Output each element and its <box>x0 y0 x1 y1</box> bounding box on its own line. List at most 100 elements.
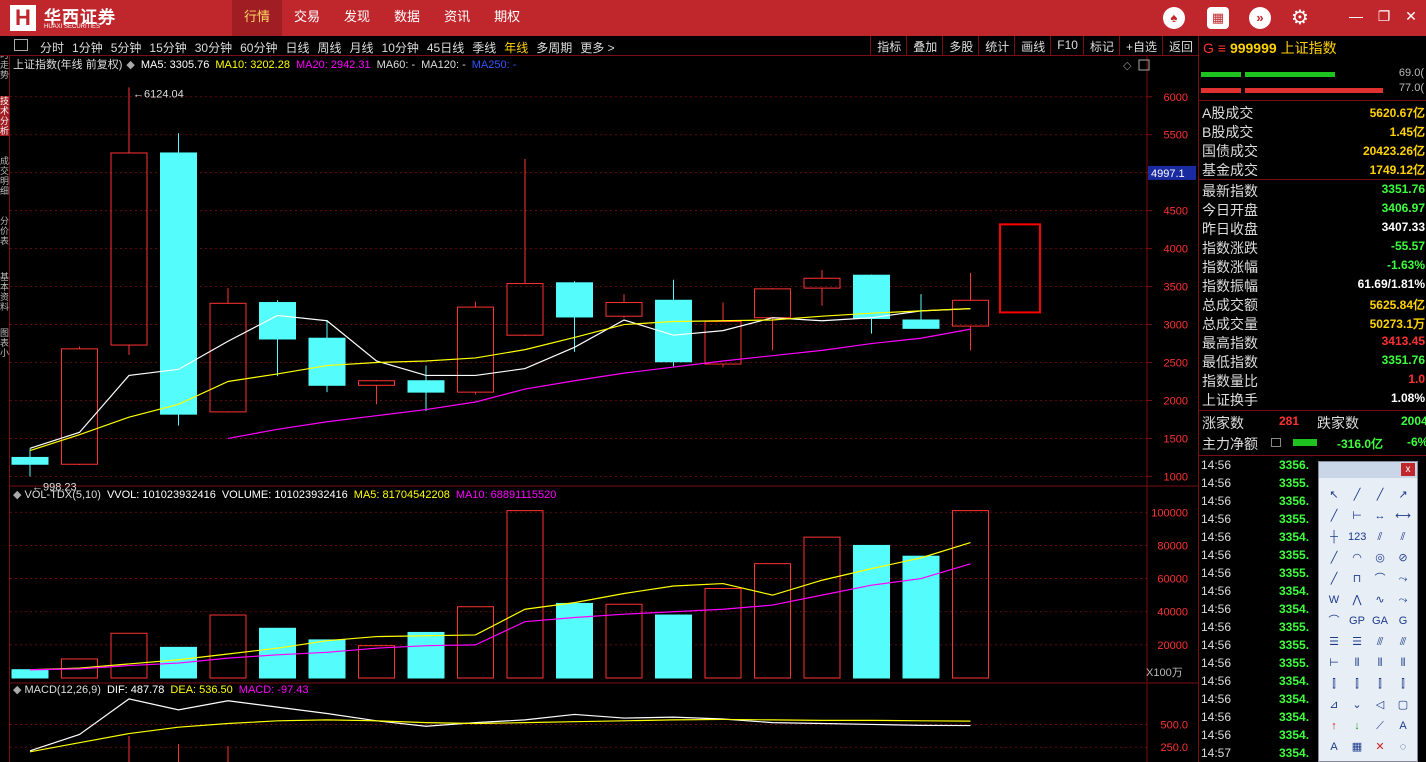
period-tab-14[interactable]: 更多 > <box>576 36 618 56</box>
candle[interactable] <box>803 269 841 306</box>
vol-bar[interactable] <box>11 669 49 679</box>
draw-tool-icon[interactable]: ⟷ <box>1394 507 1412 525</box>
nav-tab-4[interactable]: 资讯 <box>432 0 482 36</box>
close-icon[interactable]: x <box>1401 463 1415 476</box>
draw-tool-icon[interactable]: ⋀ <box>1348 591 1366 609</box>
kline-chart-svg[interactable]: 1000150020002500300035004000450050005500… <box>10 56 1198 762</box>
nav-tab-2[interactable]: 发现 <box>332 0 382 36</box>
draw-tool-icon[interactable]: ⌄ <box>1348 696 1366 714</box>
draw-tool-icon[interactable]: ↓ <box>1348 717 1366 735</box>
draw-tool-icon[interactable]: ▢ <box>1394 696 1412 714</box>
draw-tool-icon[interactable]: ◁ <box>1371 696 1389 714</box>
candle[interactable] <box>704 302 742 368</box>
vol-bar[interactable] <box>803 536 841 679</box>
period-tab-1[interactable]: 1分钟 <box>68 36 107 56</box>
left-tab-3[interactable]: 分价表 <box>0 216 9 246</box>
vol-bar[interactable] <box>556 602 593 679</box>
draw-tool-icon[interactable]: ⫿ <box>1371 675 1389 693</box>
period-tab-2[interactable]: 5分钟 <box>107 36 146 56</box>
vol-bar[interactable] <box>209 614 247 679</box>
nav-tab-5[interactable]: 期权 <box>482 0 532 36</box>
candle[interactable] <box>259 300 296 377</box>
draw-tool-icon[interactable]: ⫴ <box>1348 654 1366 672</box>
draw-tool-icon[interactable]: ⌒ <box>1371 570 1389 588</box>
draw-tool-icon[interactable]: ◎ <box>1371 549 1389 567</box>
draw-tool-icon[interactable]: ╱ <box>1325 549 1343 567</box>
tool-button-4[interactable]: 画线 <box>1014 36 1050 55</box>
draw-tool-icon[interactable]: ☰ <box>1348 633 1366 651</box>
period-tab-12[interactable]: 年线 <box>500 36 532 56</box>
draw-tool-icon[interactable]: GA <box>1371 612 1389 630</box>
candle[interactable] <box>209 288 247 413</box>
draw-tool-icon[interactable]: ⊢ <box>1348 507 1366 525</box>
flow-menu-icon[interactable] <box>1271 438 1281 447</box>
candle[interactable] <box>358 379 395 405</box>
draw-tool-icon[interactable]: ↔ <box>1371 507 1389 525</box>
draw-tool-icon[interactable]: ⫿ <box>1348 675 1366 693</box>
draw-tool-icon[interactable]: ⟋ <box>1371 717 1389 735</box>
candle[interactable] <box>952 272 989 351</box>
forward-icon[interactable]: » <box>1249 7 1271 29</box>
draw-tool-icon[interactable]: ✕ <box>1371 738 1389 756</box>
draw-tool-icon[interactable]: ⫿ <box>1394 675 1412 693</box>
period-tab-10[interactable]: 45日线 <box>423 36 468 56</box>
draw-tool-icon[interactable]: ⫻ <box>1371 633 1389 651</box>
vol-bar[interactable] <box>754 563 791 679</box>
draw-tool-icon[interactable]: ↑ <box>1325 717 1343 735</box>
left-tab-4[interactable]: 基本资料 <box>0 272 9 312</box>
draw-tool-icon[interactable]: ☰ <box>1325 633 1343 651</box>
candle[interactable] <box>655 279 692 367</box>
draw-tool-icon[interactable]: ↗ <box>1394 486 1412 504</box>
candle[interactable] <box>605 294 643 318</box>
restore-button[interactable]: ❐ <box>1374 8 1394 25</box>
left-tab-1[interactable]: 技术分析 <box>0 96 9 136</box>
diamond-icon[interactable]: ◇ <box>1123 60 1132 72</box>
vol-bar[interactable] <box>358 645 395 679</box>
vol-bar[interactable] <box>506 510 544 679</box>
period-tab-13[interactable]: 多周期 <box>532 36 576 56</box>
draw-tool-icon[interactable]: ⊢ <box>1325 654 1343 672</box>
vol-bar[interactable] <box>704 588 742 679</box>
period-tab-0[interactable]: 分时 <box>36 36 68 56</box>
draw-tool-icon[interactable]: GP <box>1348 612 1366 630</box>
kline-chart-area[interactable]: 1000150020002500300035004000450050005500… <box>10 56 1198 762</box>
draw-tool-icon[interactable]: ⊓ <box>1348 570 1366 588</box>
draw-tool-icon[interactable]: ⌒ <box>1325 612 1343 630</box>
minimize-button[interactable]: — <box>1346 8 1366 24</box>
draw-tool-icon[interactable]: ╱ <box>1325 570 1343 588</box>
draw-tool-icon[interactable]: ⫽ <box>1371 528 1389 546</box>
tool-button-2[interactable]: 多股 <box>942 36 978 55</box>
tool-button-7[interactable]: +自选 <box>1118 36 1162 55</box>
period-tab-7[interactable]: 周线 <box>313 36 345 56</box>
vol-bar[interactable] <box>952 510 989 679</box>
candle[interactable] <box>61 346 98 466</box>
draw-tool-icon[interactable]: ⫴ <box>1394 654 1412 672</box>
period-tab-9[interactable]: 10分钟 <box>378 36 423 56</box>
vol-bar[interactable] <box>259 627 296 679</box>
nav-tab-0[interactable]: 行情 <box>232 0 283 36</box>
candle[interactable] <box>556 281 593 352</box>
candle[interactable] <box>11 448 49 477</box>
tool-button-3[interactable]: 统计 <box>978 36 1014 55</box>
candle[interactable] <box>407 365 445 412</box>
draw-tool-icon[interactable]: ⫴ <box>1371 654 1389 672</box>
draw-tool-icon[interactable]: ╱ <box>1348 486 1366 504</box>
panel-toggle-icon[interactable] <box>14 39 28 51</box>
legend-toggle-icon[interactable]: ◆ <box>126 59 135 71</box>
period-tab-6[interactable]: 日线 <box>281 36 313 56</box>
draw-tool-icon[interactable]: ◠ <box>1348 549 1366 567</box>
period-tab-3[interactable]: 15分钟 <box>145 36 190 56</box>
period-tab-5[interactable]: 60分钟 <box>236 36 281 56</box>
draw-tool-icon[interactable]: ⫽ <box>1394 528 1412 546</box>
nav-tab-3[interactable]: 数据 <box>382 0 432 36</box>
tool-button-8[interactable]: 返回 <box>1161 36 1198 55</box>
draw-tool-icon[interactable]: ⤳ <box>1394 591 1412 609</box>
tool-button-5[interactable]: F10 <box>1050 36 1083 55</box>
draw-tool-icon[interactable]: ↖ <box>1325 486 1343 504</box>
shirt-icon[interactable]: ♠ <box>1163 7 1185 29</box>
tool-button-0[interactable]: 指标 <box>870 36 906 55</box>
draw-tool-icon[interactable]: ┼ <box>1325 528 1343 546</box>
layout-icon[interactable]: ▦ <box>1207 7 1229 29</box>
period-tab-11[interactable]: 季线 <box>468 36 500 56</box>
draw-tool-icon[interactable]: ⤳ <box>1394 570 1412 588</box>
